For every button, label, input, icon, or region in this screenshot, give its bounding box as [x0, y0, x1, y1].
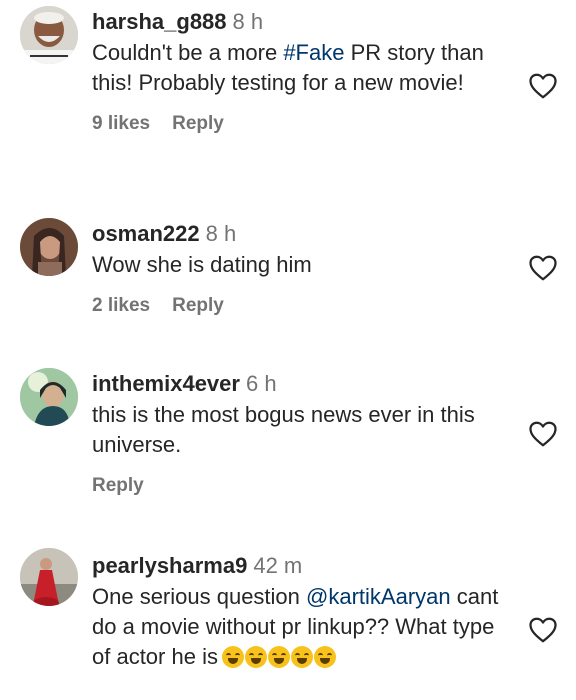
- reply-button[interactable]: Reply: [92, 475, 144, 496]
- timestamp[interactable]: 8 h: [206, 221, 237, 246]
- laughing-face-emoji: [221, 643, 337, 673]
- comment-text: One serious question @kartikAaryan cant …: [92, 582, 512, 673]
- avatar-image: [20, 368, 78, 426]
- comment-text-part: One serious question: [92, 584, 307, 609]
- comment-body: inthemix4ever 6 h this is the most bogus …: [92, 370, 512, 498]
- avatar-image: [20, 218, 78, 276]
- timestamp[interactable]: 42 m: [253, 553, 302, 578]
- comment-text: Couldn't be a more #Fake PR story than t…: [92, 38, 512, 98]
- heart-outline-icon[interactable]: [528, 72, 558, 100]
- comment-actions: 2 likes Reply: [92, 294, 512, 318]
- username[interactable]: osman222: [92, 221, 200, 246]
- comment-actions: 9 likes Reply: [92, 112, 512, 136]
- hashtag-link[interactable]: #Fake: [283, 40, 344, 65]
- comment-text: Wow she is dating him: [92, 252, 312, 277]
- heart-outline-icon[interactable]: [528, 254, 558, 282]
- comment-header: inthemix4ever 6 h: [92, 370, 512, 398]
- avatar[interactable]: [20, 218, 78, 276]
- avatar[interactable]: [20, 6, 78, 64]
- reply-button[interactable]: Reply: [172, 295, 224, 316]
- comment-actions: Reply: [92, 474, 512, 498]
- username[interactable]: pearlysharma9: [92, 553, 247, 578]
- mention-link[interactable]: @kartikAaryan: [306, 584, 451, 609]
- comment-header: osman222 8 h: [92, 220, 512, 248]
- comment-text-part: Couldn't be a more: [92, 40, 284, 65]
- comment-body: harsha_g888 8 h Couldn't be a more #Fake …: [92, 8, 512, 136]
- likes-count[interactable]: 9 likes: [92, 113, 150, 134]
- comment-text: this is the most bogus news ever in this…: [92, 402, 475, 457]
- heart-outline-icon[interactable]: [528, 616, 558, 644]
- avatar-image: [20, 548, 78, 606]
- comment-body: osman222 8 h Wow she is dating him 2 like…: [92, 220, 512, 318]
- comment-header: harsha_g888 8 h: [92, 8, 512, 36]
- timestamp[interactable]: 6 h: [246, 371, 277, 396]
- username[interactable]: harsha_g888: [92, 9, 227, 34]
- username[interactable]: inthemix4ever: [92, 371, 240, 396]
- comment-body: pearlysharma9 42 m One serious question @…: [92, 552, 512, 673]
- comment-header: pearlysharma9 42 m: [92, 552, 512, 580]
- avatar[interactable]: [20, 548, 78, 606]
- reply-button[interactable]: Reply: [172, 113, 224, 134]
- timestamp[interactable]: 8 h: [233, 9, 264, 34]
- likes-count[interactable]: 2 likes: [92, 295, 150, 316]
- heart-outline-icon[interactable]: [528, 420, 558, 448]
- avatar[interactable]: [20, 368, 78, 426]
- avatar-image: [20, 6, 78, 64]
